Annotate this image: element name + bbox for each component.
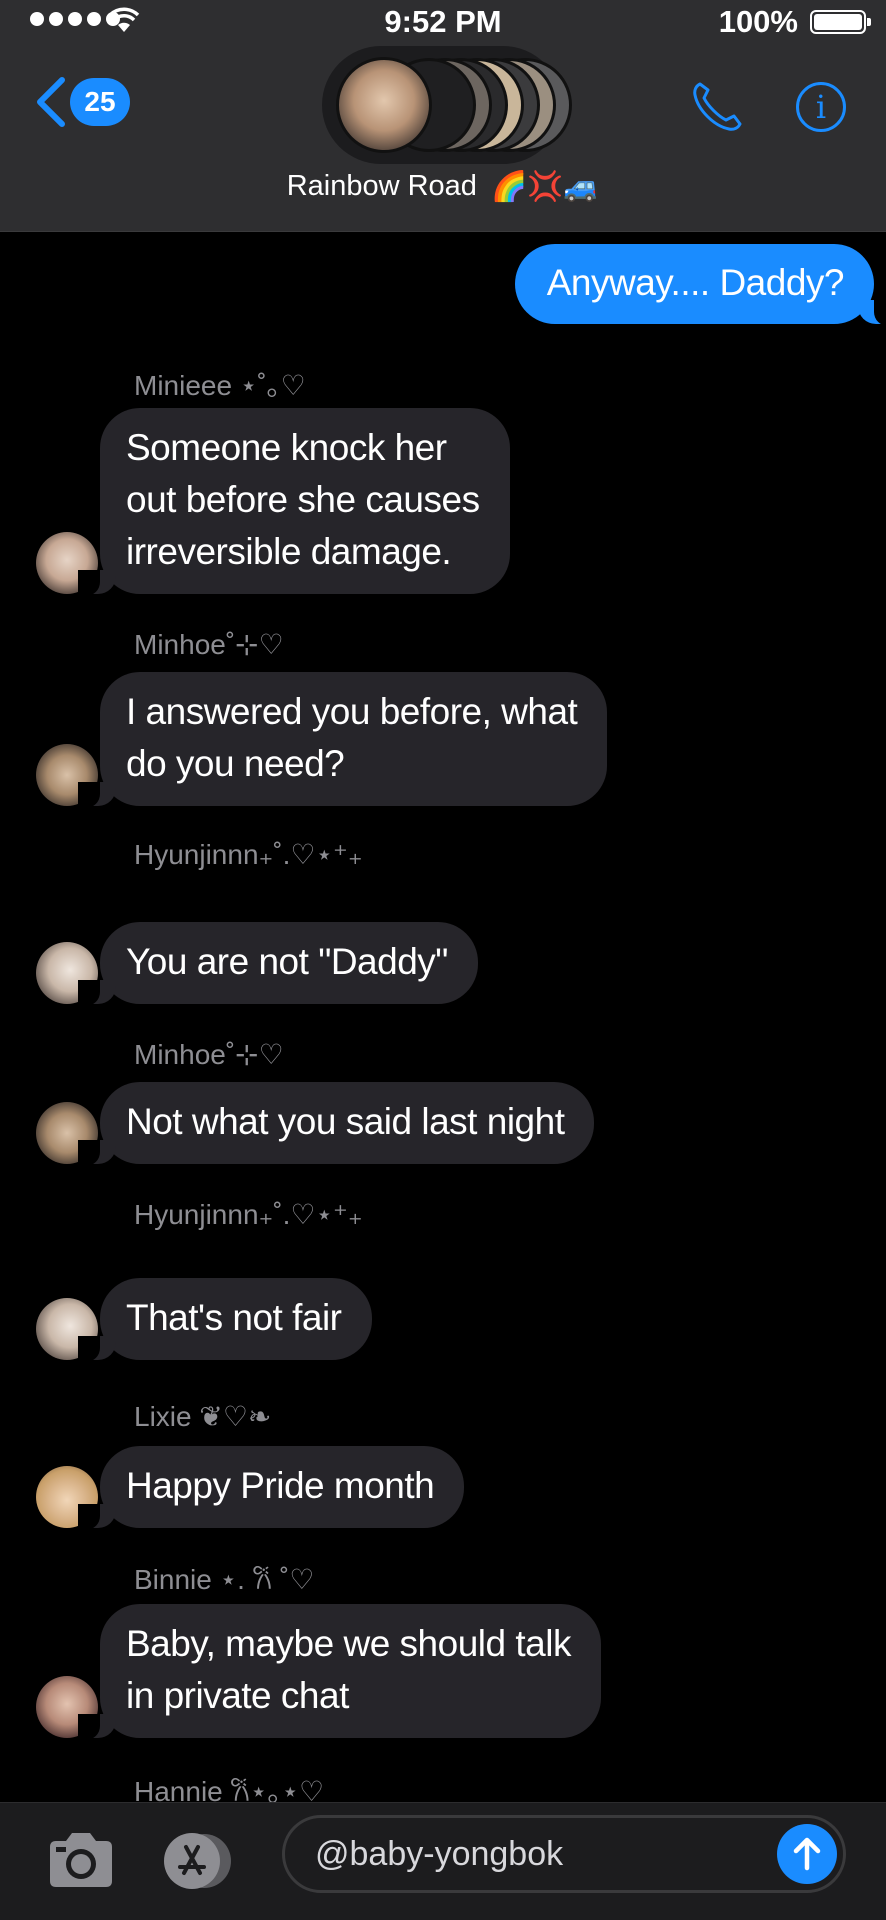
message-input-field[interactable] — [282, 1815, 846, 1893]
sender-name: Lixie ❦♡❧ — [134, 1401, 272, 1432]
sender-name: Hyunjinnn₊˚.♡⋆⁺₊ — [134, 1199, 363, 1230]
incoming-bubble[interactable]: I answered you before, what do you need? — [77, 672, 608, 808]
incoming-bubble[interactable]: Happy Pride month — [77, 1446, 465, 1530]
incoming-bubble[interactable]: You are not "Daddy" — [78, 922, 478, 1006]
message-text-line: irreversible damage. — [126, 531, 452, 572]
message-text-line: Someone knock her — [126, 427, 447, 468]
arrow-up-icon — [793, 1837, 821, 1871]
message-text: Not what you said last night — [126, 1101, 565, 1142]
send-button[interactable] — [777, 1824, 837, 1884]
message-text-line: do you need? — [126, 743, 345, 784]
group-name: Rainbow Road — [286, 170, 477, 202]
sender-name: Binnie ⋆. 𐙚 ˚♡ — [134, 1564, 315, 1595]
battery-percentage: 100% — [718, 4, 798, 39]
sender-name: Minhoe˚⊹♡ — [134, 1039, 284, 1070]
incoming-bubble[interactable]: Someone knock her out before she causes … — [78, 408, 510, 596]
group-title[interactable]: Rainbow Road 🌈💢🚙 — [0, 170, 886, 204]
message-text: You are not "Daddy" — [126, 941, 448, 982]
message-group: I answered you before, what do you need? — [36, 672, 608, 808]
incoming-bubble[interactable]: Not what you said last night — [77, 1082, 595, 1166]
chevron-left-icon — [37, 77, 65, 127]
app-store-button[interactable] — [160, 1831, 240, 1891]
phone-icon[interactable] — [688, 78, 746, 136]
sender-name: Minieee ⋆˚｡♡ — [134, 370, 306, 401]
group-avatar-stack[interactable] — [322, 46, 572, 164]
message-text: That's not fair — [126, 1297, 342, 1338]
message-group: Baby, maybe we should talk in private ch… — [36, 1604, 601, 1740]
info-icon: i — [815, 88, 827, 126]
conversation-header: 25 Rainbow Road 🌈💢🚙 i — [0, 46, 886, 232]
status-bar: 9:52 PM 100% — [0, 0, 886, 46]
message-list[interactable]: Anyway.... Daddy? Minieee ⋆˚｡♡ Someone k… — [0, 232, 886, 1802]
incoming-bubble[interactable]: Baby, maybe we should talk in private ch… — [78, 1604, 601, 1740]
message-input[interactable] — [315, 1818, 755, 1890]
camera-icon[interactable] — [46, 1831, 116, 1889]
message-group: You are not "Daddy" — [36, 922, 478, 1006]
composer-bar — [0, 1802, 886, 1920]
incoming-bubble[interactable]: That's not fair — [78, 1278, 372, 1362]
group-avatar — [336, 57, 432, 153]
group-emoji: 🌈💢🚙 — [490, 171, 600, 204]
message-group: Happy Pride month — [36, 1446, 465, 1530]
message-group: Someone knock her out before she causes … — [36, 408, 510, 596]
back-button[interactable]: 25 — [34, 76, 130, 128]
message-text-line: I answered you before, what — [126, 691, 578, 732]
battery-icon — [810, 10, 871, 34]
outgoing-message[interactable]: Anyway.... Daddy? — [514, 244, 886, 326]
message-text-line: in private chat — [126, 1675, 349, 1716]
message-text-line: out before she causes — [126, 479, 480, 520]
unread-count-badge: 25 — [70, 78, 130, 126]
sender-name: Hyunjinnn₊˚.♡⋆⁺₊ — [134, 839, 363, 870]
message-text: Happy Pride month — [126, 1465, 435, 1506]
message-text-line: Baby, maybe we should talk — [126, 1623, 571, 1664]
message-group: That's not fair — [36, 1278, 372, 1362]
sender-name: Minhoe˚⊹♡ — [134, 629, 284, 660]
app-store-icon — [164, 1833, 231, 1889]
message-group: Not what you said last night — [36, 1082, 595, 1166]
sender-name: Hannie 𐙚⋆｡⋆♡ — [134, 1776, 325, 1802]
outgoing-bubble: Anyway.... Daddy? — [514, 244, 886, 326]
info-button[interactable]: i — [796, 82, 846, 132]
